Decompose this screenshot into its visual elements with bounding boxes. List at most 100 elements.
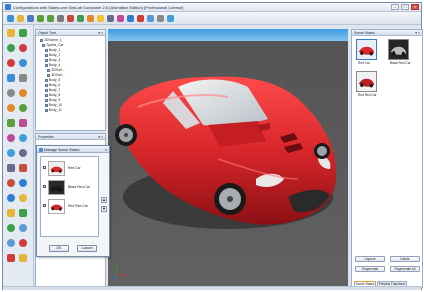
stop-icon[interactable]: [19, 134, 27, 142]
rotate-icon[interactable]: [77, 15, 84, 22]
ok-button[interactable]: OK: [49, 245, 69, 252]
move-up-button[interactable]: ▲: [101, 197, 107, 203]
cone-icon[interactable]: [7, 44, 15, 52]
torus-icon[interactable]: [19, 59, 27, 67]
leaf-icon[interactable]: [19, 119, 27, 127]
state-checkbox[interactable]: [43, 185, 46, 188]
new-icon[interactable]: [7, 15, 14, 22]
tree-item[interactable]: Body_5: [44, 78, 60, 82]
redo-icon[interactable]: [47, 15, 54, 22]
state-checkbox[interactable]: [43, 166, 46, 169]
select-icon[interactable]: [57, 15, 64, 22]
cube-icon[interactable]: [19, 164, 27, 172]
dialog-state-item[interactable]: Red Car: [43, 160, 98, 177]
globe-icon[interactable]: [7, 254, 15, 262]
properties-header-buttons[interactable]: ▾ ×: [98, 135, 103, 139]
camera-icon[interactable]: [7, 209, 15, 217]
tree-item-label: 3DSurf...: [51, 68, 65, 72]
minimize-button[interactable]: –: [391, 4, 399, 10]
3d-viewport[interactable]: [108, 29, 348, 288]
tree-item[interactable]: Body_3: [44, 58, 60, 62]
move-icon[interactable]: [67, 15, 74, 22]
tree-item[interactable]: Body_8: [44, 93, 60, 97]
left-tool-column: [3, 25, 34, 290]
object-tree-title: Object Tree: [38, 31, 57, 35]
cylinder-icon[interactable]: [7, 74, 15, 82]
tree-item[interactable]: Body_1: [44, 48, 60, 52]
dialog-close-button[interactable]: ×: [105, 147, 107, 152]
tree-item[interactable]: 3DSurf...: [47, 73, 65, 77]
maximize-button[interactable]: □: [401, 4, 409, 10]
scene-state-thumbnail[interactable]: [356, 71, 377, 92]
dialog-state-list[interactable]: Red Car Black Red Car Red Red Car: [40, 156, 99, 237]
stop-icon[interactable]: [19, 254, 27, 262]
text-icon[interactable]: [19, 74, 27, 82]
tree-item[interactable]: Body_11: [44, 108, 62, 112]
light-icon[interactable]: [19, 89, 27, 97]
render-icon[interactable]: [127, 15, 134, 22]
node-icon: [44, 93, 48, 97]
delete-button[interactable]: Delete: [390, 256, 420, 262]
tree-item-label: 3DSurf...: [51, 73, 65, 77]
camera-icon[interactable]: [7, 89, 15, 97]
material-icon[interactable]: [117, 15, 124, 22]
help-icon[interactable]: [167, 15, 174, 22]
settings-icon[interactable]: [157, 15, 164, 22]
state-checkbox[interactable]: [43, 204, 46, 207]
close-button[interactable]: ×: [411, 4, 419, 10]
globe-icon[interactable]: [7, 134, 15, 142]
scene-states-header-buttons[interactable]: ▾ ×: [415, 31, 420, 35]
plane-icon[interactable]: [7, 179, 15, 187]
group-icon[interactable]: [19, 224, 27, 232]
star-icon[interactable]: [7, 119, 15, 127]
tree-item[interactable]: Body_4: [44, 63, 61, 67]
scale-icon[interactable]: [87, 15, 94, 22]
light-icon[interactable]: [97, 15, 104, 22]
dialog-state-item[interactable]: Black Red Car: [43, 179, 98, 196]
light-icon[interactable]: [19, 209, 27, 217]
tree-item[interactable]: Body_10: [44, 103, 62, 107]
capture-button[interactable]: Capture: [355, 256, 385, 262]
undo-icon[interactable]: [37, 15, 44, 22]
sphere-icon[interactable]: [19, 29, 27, 37]
star-icon[interactable]: [7, 239, 15, 247]
open-icon[interactable]: [17, 15, 24, 22]
scene-state-thumbnail[interactable]: [356, 39, 377, 60]
cube-icon[interactable]: [19, 44, 27, 52]
dialog-state-item[interactable]: Red Red Car: [43, 198, 98, 215]
snapshot-icon[interactable]: [147, 15, 154, 22]
tree-item-label: Body_4: [48, 63, 61, 67]
delete-icon[interactable]: [137, 15, 144, 22]
node-icon: [44, 53, 48, 57]
tree-item[interactable]: 3DScene_1: [40, 38, 62, 42]
plane-icon[interactable]: [7, 59, 15, 67]
tree-item[interactable]: Body_9: [44, 98, 60, 102]
properties-title: Properties: [38, 135, 54, 139]
spot-icon[interactable]: [7, 224, 15, 232]
tree-item[interactable]: Sports_Car: [42, 43, 64, 47]
tree-item[interactable]: Body_2: [44, 53, 60, 57]
move-down-button[interactable]: ▼: [101, 206, 107, 212]
sphere-icon[interactable]: [19, 149, 27, 157]
cancel-button[interactable]: Cancel: [77, 245, 97, 252]
torus-icon[interactable]: [19, 179, 27, 187]
text-icon[interactable]: [19, 194, 27, 202]
save-icon[interactable]: [27, 15, 34, 22]
regenerate-button[interactable]: Regenerate: [355, 266, 385, 272]
tree-item[interactable]: Body_6: [44, 83, 60, 87]
cylinder-icon[interactable]: [7, 194, 15, 202]
object-tree-header-buttons[interactable]: ▾ ×: [98, 31, 103, 35]
tree-item-label: Sports_Car: [46, 43, 64, 47]
spot-icon[interactable]: [7, 104, 15, 112]
sun-icon[interactable]: [7, 29, 15, 37]
tree-item[interactable]: 3DSurf...: [47, 68, 65, 72]
camera-icon[interactable]: [107, 15, 114, 22]
node-icon: [44, 88, 48, 92]
tree-item[interactable]: Body_7: [44, 88, 60, 92]
sun-icon[interactable]: [7, 149, 15, 157]
group-icon[interactable]: [19, 104, 27, 112]
leaf-icon[interactable]: [19, 239, 27, 247]
scene-state-thumbnail[interactable]: [388, 39, 409, 60]
regenerate-all-button[interactable]: Regenerate All: [390, 266, 420, 272]
cone-icon[interactable]: [7, 164, 15, 172]
